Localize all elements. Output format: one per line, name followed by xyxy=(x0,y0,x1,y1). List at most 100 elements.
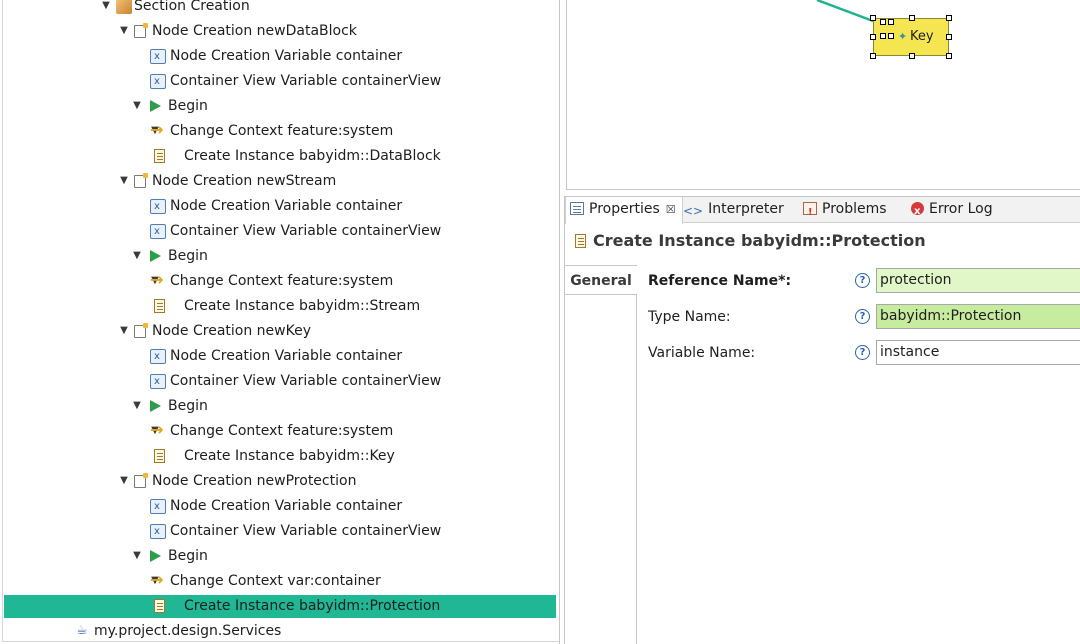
expand-arrow-icon[interactable]: ▼ xyxy=(131,95,143,117)
expand-arrow-icon[interactable]: ▼ xyxy=(100,0,112,17)
tree-item[interactable]: ▼Change Context feature:system xyxy=(4,269,556,293)
resize-handle-se[interactable] xyxy=(946,53,952,59)
tree-item[interactable]: ▼ Begin xyxy=(4,95,556,118)
help-icon[interactable]: ? xyxy=(855,273,870,288)
tree-item[interactable]: Node Creation Variable container xyxy=(4,495,556,518)
tab-properties-label: Properties xyxy=(589,201,660,217)
tree-item[interactable]: Node Creation Variable container xyxy=(4,345,556,368)
side-tab-general[interactable]: General xyxy=(565,265,637,295)
tree-item-label: Node Creation newProtection xyxy=(152,473,357,489)
properties-title-text: Create Instance babyidm::Protection xyxy=(593,231,926,250)
node-creation-icon xyxy=(134,23,148,38)
resize-handle-sw[interactable] xyxy=(870,53,876,59)
tree-item[interactable]: ▼ Node Creation newStream xyxy=(4,170,556,193)
tree-item-label: Begin xyxy=(168,98,208,114)
tree-item[interactable]: ▼ Begin xyxy=(4,245,556,268)
diagram-canvas[interactable]: ✦ Key xyxy=(566,0,1080,190)
tree-item[interactable]: ▼ Node Creation newDataBlock xyxy=(4,20,556,43)
edge-handle[interactable] xyxy=(888,33,894,39)
resize-handle-ne[interactable] xyxy=(946,15,952,21)
edge-handle[interactable] xyxy=(880,33,886,39)
edge-handle[interactable] xyxy=(888,19,894,25)
section-icon xyxy=(116,0,132,14)
tree-item[interactable]: Create Instance babyidm::Key xyxy=(4,445,556,468)
resize-handle-s[interactable] xyxy=(909,53,915,59)
resize-handle-e[interactable] xyxy=(946,34,952,40)
tree-item[interactable]: Container View Variable containerView xyxy=(4,220,556,243)
begin-icon xyxy=(150,250,161,262)
create-instance-icon xyxy=(154,299,165,313)
expand-arrow-icon[interactable]: ▼ xyxy=(118,320,130,342)
diagram-edge[interactable] xyxy=(567,0,1080,40)
tree-item[interactable]: ▼Change Context feature:system xyxy=(4,419,556,443)
tab-properties[interactable]: Properties ☒ xyxy=(565,197,683,224)
tree-item[interactable]: ▼ Begin xyxy=(4,395,556,418)
resize-handle-w[interactable] xyxy=(870,34,876,40)
properties-view: Properties ☒ <> Interpreter Problems Error… xyxy=(564,196,1080,644)
tree-item[interactable]: Container View Variable containerView xyxy=(4,520,556,543)
key-node-label: Key xyxy=(910,29,934,44)
expand-arrow-icon[interactable]: ▼ xyxy=(118,20,130,42)
expand-arrow-icon[interactable]: ▼ xyxy=(131,395,143,417)
resize-handle-n[interactable] xyxy=(909,15,915,21)
variable-icon xyxy=(150,346,166,368)
edge-handle[interactable] xyxy=(880,19,886,25)
error-log-icon xyxy=(911,199,924,224)
tab-problems[interactable]: Problems xyxy=(803,197,887,225)
tree-item[interactable]: Container View Variable containerView xyxy=(4,370,556,393)
tree-item[interactable]: my.project.design.Services xyxy=(4,620,556,643)
close-icon[interactable]: ☒ xyxy=(666,197,676,222)
tree-item-label: Container View Variable containerView xyxy=(170,73,442,89)
tree-item-label: Node Creation Variable container xyxy=(170,498,403,514)
tree-item-label: Create Instance babyidm::Key xyxy=(184,448,395,464)
change-context-icon xyxy=(150,119,166,141)
tree-item[interactable]: ▼ Node Creation newKey xyxy=(4,320,556,343)
java-services-icon xyxy=(76,620,92,642)
expand-arrow-icon[interactable]: ▼ xyxy=(118,470,130,492)
tree-item[interactable]: ▼ Begin xyxy=(4,545,556,568)
tree-item-label: Node Creation newStream xyxy=(152,173,337,189)
tree-item-label: Change Context feature:system xyxy=(170,273,394,289)
help-icon[interactable]: ? xyxy=(855,309,870,324)
tree-item[interactable]: Container View Variable containerView xyxy=(4,70,556,93)
variable-icon xyxy=(150,496,166,518)
tree-item-label: Container View Variable containerView xyxy=(170,523,442,539)
tree-item-label: Create Instance babyidm::Protection xyxy=(184,598,441,614)
begin-icon xyxy=(150,100,161,112)
node-creation-icon xyxy=(134,173,148,188)
type-name-field[interactable]: babyidm::Protection xyxy=(876,304,1080,329)
reference-name-row: Reference Name*: ? protection xyxy=(648,268,1080,296)
reference-name-label: Reference Name*: xyxy=(648,273,792,289)
tree-item[interactable]: Create Instance babyidm::DataBlock xyxy=(4,145,556,168)
resize-handle-nw[interactable] xyxy=(870,15,876,21)
tree-item[interactable]: Node Creation Variable container xyxy=(4,45,556,68)
variable-name-field[interactable]: instance xyxy=(876,340,1080,365)
view-tab-bar: Properties ☒ <> Interpreter Problems Error… xyxy=(565,197,1080,225)
tree-item-label: Container View Variable containerView xyxy=(170,373,442,389)
tab-error-log[interactable]: Error Log xyxy=(911,197,993,224)
begin-icon xyxy=(150,400,161,412)
tree-item[interactable]: ▼Change Context feature:system xyxy=(4,119,556,143)
expand-arrow-icon[interactable]: ▼ xyxy=(131,245,143,267)
tab-interpreter-label: Interpreter xyxy=(708,201,784,217)
tree-item-label: Section Creation xyxy=(134,0,250,14)
node-creation-icon xyxy=(134,473,148,488)
tree-item[interactable]: Create Instance babyidm::Stream xyxy=(4,295,556,318)
variable-icon xyxy=(150,371,166,393)
expand-arrow-icon[interactable]: ▼ xyxy=(118,170,130,192)
tree-item[interactable]: ▼ Node Creation newProtection xyxy=(4,470,556,493)
begin-icon xyxy=(150,550,161,562)
tree-item[interactable]: ▼ Section Creation xyxy=(4,0,556,18)
tree-item-label: Node Creation newDataBlock xyxy=(152,23,357,39)
tab-interpreter[interactable]: <> Interpreter xyxy=(683,197,784,223)
tree-item[interactable]: Create Instance babyidm::Protection xyxy=(4,595,556,618)
type-name-label: Type Name: xyxy=(648,309,731,325)
key-diagram-node[interactable]: ✦ Key xyxy=(870,15,952,59)
expand-arrow-icon[interactable]: ▼ xyxy=(131,545,143,567)
tree-item[interactable]: Node Creation Variable container xyxy=(4,195,556,218)
tree-item[interactable]: ▼Change Context var:container xyxy=(4,569,556,593)
help-icon[interactable]: ? xyxy=(855,345,870,360)
variable-name-row: Variable Name: ? instance xyxy=(648,340,1080,368)
reference-name-field[interactable]: protection xyxy=(876,268,1080,293)
variable-icon xyxy=(150,196,166,218)
